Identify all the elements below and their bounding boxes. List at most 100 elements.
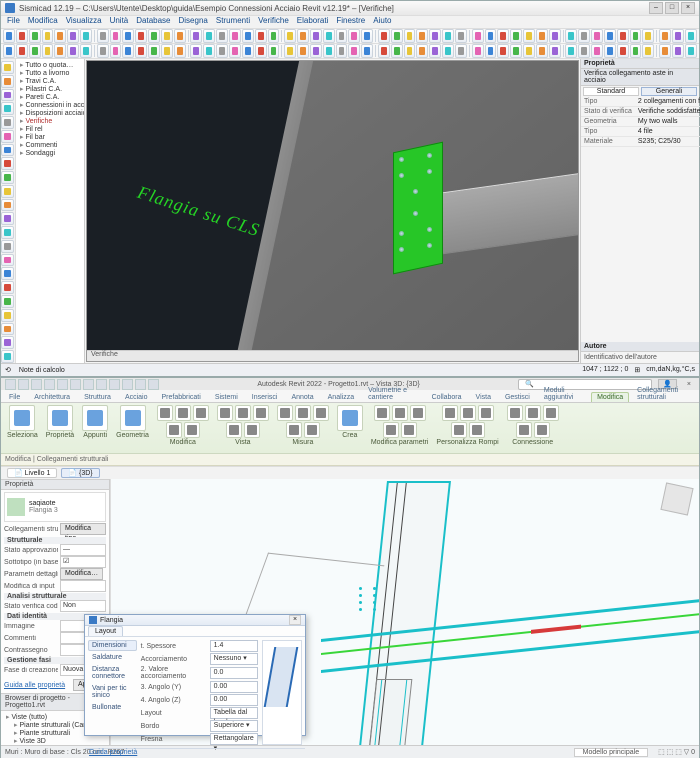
qat-button[interactable] xyxy=(109,379,120,390)
prop-value[interactable]: Non calcolato xyxy=(60,600,106,612)
toolbar-button[interactable] xyxy=(497,29,509,43)
tab-sistemi[interactable]: Sistemi xyxy=(209,392,244,402)
dialog-tab-layout[interactable]: Layout xyxy=(88,626,123,636)
ribbon-button[interactable] xyxy=(184,422,200,438)
menu-unità[interactable]: Unità xyxy=(110,16,129,28)
toolbar-button[interactable] xyxy=(455,29,467,43)
toolbar-button[interactable] xyxy=(604,44,616,58)
tab-moduli-aggiuntivi[interactable]: Moduli aggiuntivi xyxy=(538,385,589,402)
tree-item[interactable]: Tutto a livorno xyxy=(18,69,82,77)
ribbon-button[interactable] xyxy=(507,405,523,421)
dlg-value[interactable]: 0.00 xyxy=(210,681,258,693)
toolbar-button[interactable] xyxy=(67,44,79,58)
prop-button[interactable]: Modifica… xyxy=(60,568,103,580)
rail-button[interactable] xyxy=(1,157,14,170)
toolbar-button[interactable] xyxy=(485,29,497,43)
toolbar-button[interactable] xyxy=(685,29,697,43)
prop-val[interactable]: Verifiche soddisfatte xyxy=(635,107,700,117)
qat-button[interactable] xyxy=(44,379,55,390)
toolbar-button[interactable] xyxy=(630,44,642,58)
ribbon-button[interactable] xyxy=(277,405,293,421)
prop-val[interactable]: 2 collegamenti con flangia e tasse xyxy=(635,97,700,107)
toolbar-button[interactable] xyxy=(348,29,360,43)
prop-value[interactable]: ☑ xyxy=(60,556,106,568)
view-cube[interactable] xyxy=(660,482,693,515)
toolbar-button[interactable] xyxy=(536,29,548,43)
dialog-titlebar[interactable]: Flangia × xyxy=(85,615,305,626)
toolbar-button[interactable] xyxy=(323,29,335,43)
dlg-value[interactable]: Superiore ▾ xyxy=(210,720,258,732)
ribbon-button[interactable] xyxy=(193,405,209,421)
toolbar-button[interactable] xyxy=(203,44,215,58)
toolbar-button[interactable] xyxy=(110,29,122,43)
ribbon-button[interactable] xyxy=(82,405,108,431)
worksharing-display[interactable]: Modello principale xyxy=(574,748,648,757)
ribbon-button[interactable] xyxy=(374,405,390,421)
project-tree[interactable]: Tutto o quota…Tutto a livornoTravi C.A.P… xyxy=(16,59,85,363)
tree-item[interactable]: Connessioni in acciaio xyxy=(18,101,82,109)
toolbar-button[interactable] xyxy=(642,44,654,58)
minimize-button[interactable]: – xyxy=(649,2,663,14)
ribbon-button[interactable] xyxy=(383,422,399,438)
toolbar-button[interactable] xyxy=(216,29,228,43)
ribbon-button[interactable] xyxy=(304,422,320,438)
ribbon-button[interactable] xyxy=(516,422,532,438)
rail-button[interactable] xyxy=(1,350,14,363)
toolbar-button[interactable] xyxy=(565,29,577,43)
toolbar-button[interactable] xyxy=(161,44,173,58)
toolbar-button[interactable] xyxy=(455,44,467,58)
toolbar-button[interactable] xyxy=(659,44,671,58)
toolbar-button[interactable] xyxy=(148,29,160,43)
toolbar-button[interactable] xyxy=(565,44,577,58)
rail-button[interactable] xyxy=(1,281,14,294)
ribbon-button[interactable] xyxy=(525,405,541,421)
toolbar-button[interactable] xyxy=(229,29,241,43)
toolbar-button[interactable] xyxy=(685,44,697,58)
ribbon-button[interactable] xyxy=(392,405,408,421)
toolbar-button[interactable] xyxy=(3,44,15,58)
toolbar-button[interactable] xyxy=(429,29,441,43)
toolbar-button[interactable] xyxy=(549,29,561,43)
toolbar-button[interactable] xyxy=(174,29,186,43)
toolbar-button[interactable] xyxy=(110,44,122,58)
rail-button[interactable] xyxy=(1,336,14,349)
toolbar-button[interactable] xyxy=(591,29,603,43)
ribbon-button[interactable] xyxy=(295,405,311,421)
qat-button[interactable] xyxy=(70,379,81,390)
dlg-value[interactable]: 1.4 xyxy=(210,640,258,652)
rail-button[interactable] xyxy=(1,254,14,267)
toolbar-button[interactable] xyxy=(97,44,109,58)
ribbon-button[interactable] xyxy=(442,405,458,421)
toolbar-button[interactable] xyxy=(284,29,296,43)
toolbar-button[interactable] xyxy=(122,44,134,58)
toolbar-button[interactable] xyxy=(174,44,186,58)
toolbar-button[interactable] xyxy=(54,44,66,58)
dialog-side-item[interactable]: Vani per tic sinico xyxy=(88,683,137,701)
tab-annota[interactable]: Annota xyxy=(285,392,319,402)
toolbar-button[interactable] xyxy=(148,44,160,58)
rail-button[interactable] xyxy=(1,102,14,115)
rail-button[interactable] xyxy=(1,144,14,157)
toolbar-button[interactable] xyxy=(229,44,241,58)
ribbon-button[interactable] xyxy=(534,422,550,438)
rail-button[interactable] xyxy=(1,61,14,74)
dialog-side-item[interactable]: Saldature xyxy=(88,652,137,663)
menu-strumenti[interactable]: Strumenti xyxy=(216,16,250,28)
toolbar-button[interactable] xyxy=(203,29,215,43)
view-tab[interactable]: 📄 Livello 1 xyxy=(7,468,57,478)
prop-val[interactable]: S235; C25/30 xyxy=(635,137,700,147)
toolbar-button[interactable] xyxy=(617,44,629,58)
tree-item[interactable]: Pareti C.A. xyxy=(18,93,82,101)
rail-button[interactable] xyxy=(1,323,14,336)
toolbar-button[interactable] xyxy=(578,44,590,58)
status-icons[interactable]: ⬚ ⬚ ⬚ ▽ 0 xyxy=(658,748,695,756)
toolbar-button[interactable] xyxy=(404,29,416,43)
ribbon-button[interactable] xyxy=(253,405,269,421)
menu-modifica[interactable]: Modifica xyxy=(28,16,58,28)
toolbar-button[interactable] xyxy=(416,29,428,43)
ribbon-button[interactable] xyxy=(166,422,182,438)
ribbon-button[interactable] xyxy=(469,422,485,438)
toolbar-button[interactable] xyxy=(310,44,322,58)
toolbar-button[interactable] xyxy=(523,44,535,58)
tree-item[interactable]: Fil rel xyxy=(18,125,82,133)
